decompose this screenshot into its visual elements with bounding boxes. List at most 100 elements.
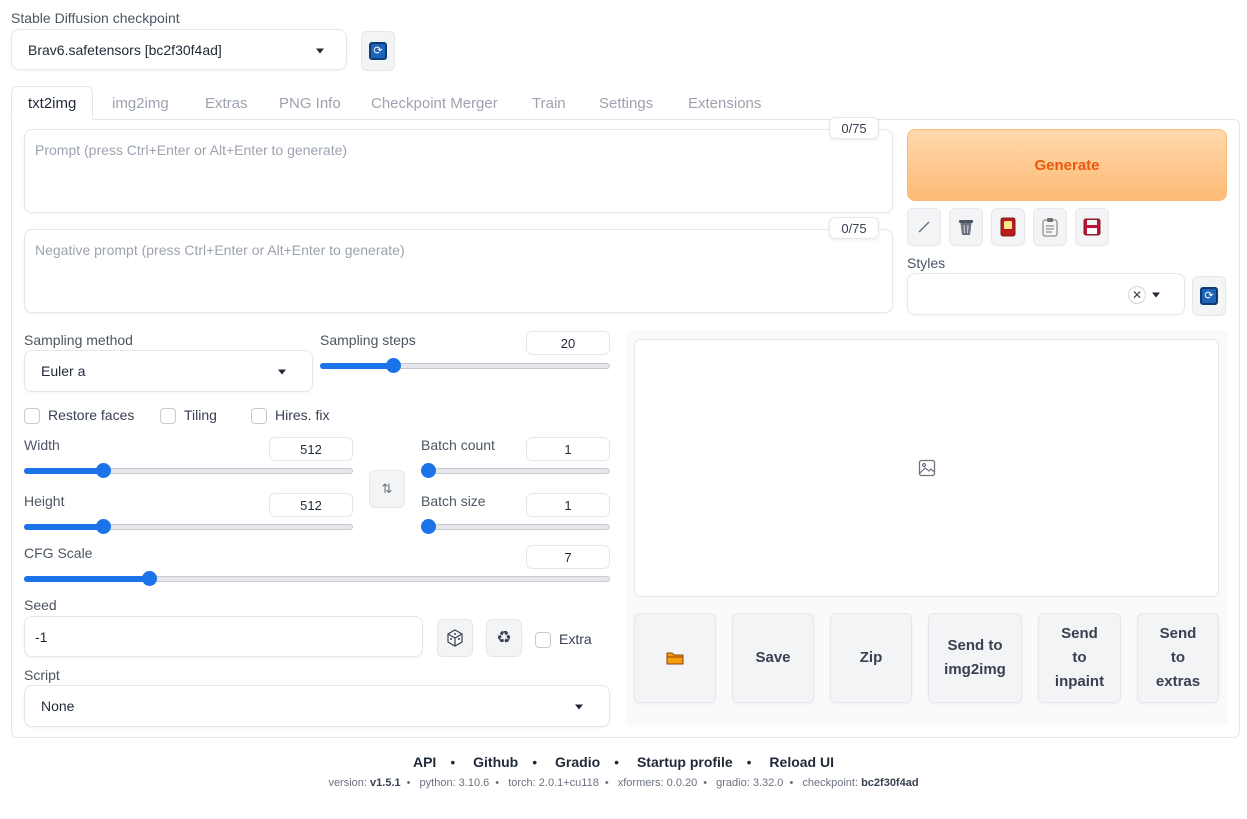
batch-size-slider[interactable]: [421, 519, 610, 535]
send-to-inpaint-button[interactable]: Send to inpaint: [1038, 613, 1121, 703]
restore-faces-checkbox[interactable]: [24, 408, 40, 424]
seed-extra-checkbox[interactable]: [535, 632, 551, 648]
prompt-input[interactable]: [24, 129, 893, 213]
script-value: None: [41, 698, 75, 714]
floppy-icon: [1083, 218, 1101, 236]
negative-prompt-token-counter: 0/75: [829, 217, 879, 239]
read-params-button[interactable]: [907, 208, 941, 246]
slider-thumb[interactable]: [95, 519, 111, 534]
cfg-scale-input[interactable]: [526, 545, 610, 569]
footer-link-api[interactable]: API: [413, 754, 436, 770]
footer-version-info: version: v1.5.1 • python: 3.10.6 • torch: …: [328, 777, 919, 789]
checkpoint-dropdown[interactable]: Brav6.safetensors [bc2f30f4ad]: [11, 29, 347, 70]
refresh-icon: ⟳: [1200, 287, 1218, 305]
tab-checkpoint-merger[interactable]: Checkpoint Merger: [371, 86, 498, 120]
extra-networks-button[interactable]: [991, 208, 1025, 246]
batch-count-slider[interactable]: [421, 463, 610, 479]
chevron-down-icon: [1152, 292, 1160, 298]
tab-txt2img[interactable]: txt2img: [11, 86, 94, 120]
height-slider[interactable]: [24, 519, 353, 535]
batch-count-input[interactable]: [526, 437, 610, 461]
torch-version: torch: 2.0.1+cu118: [508, 777, 599, 789]
sampling-steps-label: Sampling steps: [320, 332, 416, 348]
width-input[interactable]: [269, 437, 353, 461]
cfg-scale-slider[interactable]: [24, 571, 610, 587]
batch-size-label: Batch size: [421, 493, 486, 509]
clipboard-icon: [1042, 218, 1058, 237]
tiling-label: Tiling: [184, 407, 217, 423]
prompt-token-counter: 0/75: [829, 117, 879, 139]
python-version: python: 3.10.6: [419, 777, 490, 789]
tab-train[interactable]: Train: [532, 86, 566, 120]
height-label: Height: [24, 493, 65, 509]
random-seed-button[interactable]: [437, 619, 473, 657]
footer-link-gradio[interactable]: Gradio: [555, 754, 600, 770]
tab-settings[interactable]: Settings: [599, 86, 653, 120]
save-button[interactable]: Save: [732, 613, 814, 703]
xformers-version: xformers: 0.0.20: [617, 777, 698, 789]
reuse-seed-button[interactable]: ♻: [486, 619, 522, 657]
version-label: version:: [328, 777, 367, 789]
sampling-steps-input[interactable]: [526, 331, 610, 355]
width-label: Width: [24, 437, 60, 453]
batch-size-input[interactable]: [526, 493, 610, 517]
hires-fix-checkbox[interactable]: [251, 408, 267, 424]
image-placeholder-icon: [918, 459, 935, 477]
tab-png-info[interactable]: PNG Info: [279, 86, 341, 120]
send-to-img2img-button[interactable]: Send to img2img: [928, 613, 1022, 703]
checkpoint-hash-label: checkpoint:: [802, 777, 859, 789]
restore-faces-label: Restore faces: [48, 407, 135, 423]
script-label: Script: [24, 667, 60, 683]
footer-link-startup-profile[interactable]: Startup profile: [637, 754, 733, 770]
apply-styles-button[interactable]: [1033, 208, 1067, 246]
tiling-checkbox[interactable]: [160, 408, 176, 424]
seed-label: Seed: [24, 597, 57, 613]
slider-thumb[interactable]: [385, 358, 401, 373]
script-dropdown[interactable]: None: [24, 685, 610, 727]
chevron-down-icon: [316, 48, 324, 53]
height-input[interactable]: [269, 493, 353, 517]
zip-button[interactable]: Zip: [830, 613, 912, 703]
width-slider[interactable]: [24, 463, 353, 479]
clear-prompt-button[interactable]: [949, 208, 983, 246]
tab-extras[interactable]: Extras: [205, 86, 248, 120]
save-style-button[interactable]: [1075, 208, 1109, 246]
swap-dimensions-button[interactable]: ⇅: [369, 470, 405, 508]
styles-label: Styles: [907, 255, 946, 271]
checkpoint-label: Stable Diffusion checkpoint: [11, 10, 180, 26]
sampling-method-label: Sampling method: [24, 332, 133, 348]
sampling-method-dropdown[interactable]: Euler a: [24, 350, 313, 392]
footer-links: API • Github • Gradio • Startup profile • Re…: [412, 754, 834, 770]
clear-icon[interactable]: ✕: [1128, 286, 1146, 304]
chevron-down-icon: [278, 369, 286, 375]
footer-link-github[interactable]: Github: [473, 754, 518, 770]
refresh-checkpoint-button[interactable]: ⟳: [361, 31, 395, 71]
slider-thumb[interactable]: [421, 519, 436, 534]
hires-fix-label: Hires. fix: [275, 407, 330, 423]
slider-thumb[interactable]: [142, 571, 158, 586]
seed-extra-label: Extra: [559, 631, 592, 647]
dice-icon: [447, 629, 463, 647]
tab-img2img[interactable]: img2img: [112, 86, 169, 120]
trash-icon: [959, 220, 973, 235]
generate-button[interactable]: Generate: [907, 129, 1227, 201]
seed-input[interactable]: -1: [24, 616, 423, 657]
tab-extensions[interactable]: Extensions: [688, 86, 761, 120]
send-to-extras-button[interactable]: Send to extras: [1137, 613, 1219, 703]
open-folder-button[interactable]: [634, 613, 716, 703]
slider-thumb[interactable]: [95, 463, 111, 478]
slider-thumb[interactable]: [421, 463, 436, 478]
negative-prompt-input[interactable]: [24, 229, 893, 313]
refresh-icon: ⟳: [369, 42, 387, 60]
recycle-icon: ♻: [496, 628, 512, 647]
sampling-steps-slider[interactable]: [320, 358, 610, 374]
output-gallery[interactable]: [634, 339, 1219, 597]
swap-icon: ⇅: [381, 481, 393, 496]
folder-icon: [666, 652, 684, 665]
sampling-method-value: Euler a: [41, 363, 86, 379]
extra-networks-icon: [1000, 217, 1016, 237]
refresh-styles-button[interactable]: ⟳: [1192, 276, 1226, 316]
footer-link-reload-ui[interactable]: Reload UI: [769, 754, 834, 770]
styles-dropdown[interactable]: ✕: [907, 273, 1185, 315]
checkpoint-hash: bc2f30f4ad: [861, 777, 919, 789]
